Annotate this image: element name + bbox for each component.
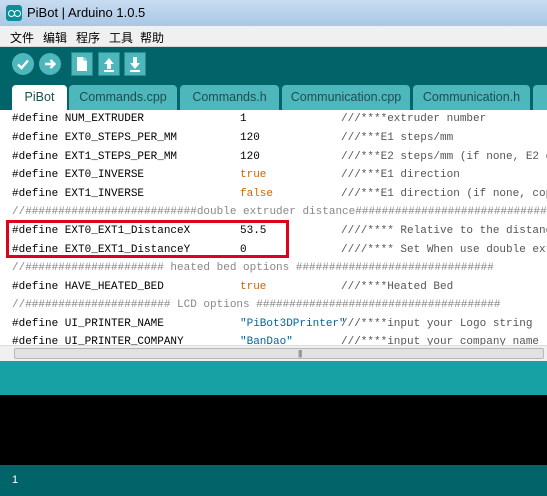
- arrow-down-icon: [130, 57, 140, 72]
- arduino-logo-icon: [6, 5, 22, 21]
- line-number: 1: [12, 474, 19, 486]
- code-value: 1: [240, 113, 247, 125]
- code-define: #define UI_PRINTER_NAME: [12, 318, 164, 330]
- code-line: #define NUM_EXTRUDER 1 ///****extruder n…: [0, 110, 547, 129]
- code-comment: ///****input your Logo string: [341, 318, 533, 330]
- code-value: true: [240, 169, 267, 181]
- status-bar: 1: [0, 465, 547, 496]
- code-value: 53.5: [240, 225, 267, 237]
- code-line: //##################### heated bed optio…: [0, 259, 547, 278]
- code-value: "PiBot3DPrinter": [240, 318, 346, 330]
- code-line: //##########################double extru…: [0, 203, 547, 222]
- code-comment: ////**** Set When use double extr: [341, 244, 547, 256]
- open-button[interactable]: [98, 52, 120, 76]
- code-separator: //##########################double extru…: [12, 206, 547, 218]
- code-define: #define EXT0_INVERSE: [12, 169, 145, 181]
- arrow-up-icon: [104, 58, 114, 72]
- code-line: #define UI_PRINTER_NAME "PiBot3DPrinter"…: [0, 315, 547, 334]
- tab-communication-cpp[interactable]: Communication.cpp: [282, 85, 410, 110]
- menu-sketch[interactable]: 程序: [76, 29, 100, 46]
- code-comment: ///****input your company name: [341, 336, 540, 345]
- code-separator: //###################### LCD options ###…: [12, 299, 501, 311]
- tab-commands-cpp[interactable]: Commands.cpp: [69, 85, 177, 110]
- verify-button[interactable]: [12, 53, 34, 75]
- code-comment: ///***E1 direction (if none, copy: [341, 188, 547, 200]
- check-icon: [17, 59, 29, 70]
- code-comment: ///***E1 direction: [341, 169, 460, 181]
- tab-communication-h[interactable]: Communication.h: [413, 85, 530, 110]
- code-value: 120: [240, 132, 260, 144]
- menu-file[interactable]: 文件: [10, 29, 34, 46]
- code-value: 0: [240, 244, 247, 256]
- tab-bar: PiBot Commands.cpp Commands.h Communicat…: [0, 80, 547, 110]
- code-comment: ///***E2 steps/mm (if none, E2 copy: [341, 151, 547, 163]
- tab-commands-h[interactable]: Commands.h: [180, 85, 279, 110]
- toolbar: [0, 47, 547, 80]
- code-line: #define EXT1_STEPS_PER_MM 120 ///***E2 s…: [0, 148, 547, 167]
- code-line: #define EXT0_INVERSE true ///***E1 direc…: [0, 166, 547, 185]
- file-icon: [77, 57, 87, 71]
- menu-tools[interactable]: 工具: [109, 29, 133, 46]
- arrow-right-icon: [45, 59, 57, 69]
- code-define: #define EXT0_STEPS_PER_MM: [12, 132, 178, 144]
- save-button[interactable]: [124, 52, 146, 76]
- code-comment: ///****extruder number: [341, 113, 487, 125]
- code-line: #define EXT0_STEPS_PER_MM 120 ///***E1 s…: [0, 129, 547, 148]
- code-define: #define NUM_EXTRUDER: [12, 113, 145, 125]
- new-button[interactable]: [71, 52, 93, 76]
- menu-bar: 文件 编辑 程序 工具 帮助: [0, 26, 547, 47]
- code-value: 120: [240, 151, 260, 163]
- code-comment: ///****Heated Bed: [341, 281, 454, 293]
- tab-overflow[interactable]: [533, 85, 547, 110]
- tab-pibot[interactable]: PiBot: [12, 85, 67, 110]
- scrollbar-grip: |||: [298, 349, 302, 358]
- code-line: #define EXT0_EXT1_DistanceX 53.5 ////***…: [0, 222, 547, 241]
- menu-edit[interactable]: 编辑: [43, 29, 67, 46]
- code-define: #define EXT0_EXT1_DistanceY: [12, 244, 191, 256]
- code-separator: //##################### heated bed optio…: [12, 262, 494, 274]
- code-define: #define UI_PRINTER_COMPANY: [12, 336, 184, 345]
- code-define: #define EXT1_INVERSE: [12, 188, 145, 200]
- title-bar: PiBot | Arduino 1.0.5: [0, 0, 547, 26]
- upload-button[interactable]: [39, 53, 61, 75]
- code-line: //###################### LCD options ###…: [0, 296, 547, 315]
- code-comment: ////**** Relative to the distance: [341, 225, 547, 237]
- scrollbar-thumb[interactable]: [14, 348, 544, 359]
- code-comment: ///***E1 steps/mm: [341, 132, 454, 144]
- code-value: false: [240, 188, 274, 200]
- code-editor[interactable]: #define NUM_EXTRUDER 1 ///****extruder n…: [0, 110, 547, 345]
- menu-help[interactable]: 帮助: [140, 29, 164, 46]
- window-title: PiBot | Arduino 1.0.5: [27, 5, 146, 20]
- code-line: #define EXT1_INVERSE false ///***E1 dire…: [0, 185, 547, 204]
- code-line: #define HAVE_HEATED_BED true ///****Heat…: [0, 278, 547, 297]
- code-value: true: [240, 281, 267, 293]
- message-area: [0, 361, 547, 395]
- code-define: #define HAVE_HEATED_BED: [12, 281, 164, 293]
- code-value: "BanDao": [240, 336, 293, 345]
- code-line: #define EXT0_EXT1_DistanceY 0 ////**** S…: [0, 241, 547, 260]
- code-define: #define EXT1_STEPS_PER_MM: [12, 151, 178, 163]
- code-line: #define UI_PRINTER_COMPANY "BanDao" ///*…: [0, 333, 547, 345]
- horizontal-scrollbar[interactable]: |||: [0, 345, 547, 362]
- code-define: #define EXT0_EXT1_DistanceX: [12, 225, 191, 237]
- console-output: [0, 395, 547, 465]
